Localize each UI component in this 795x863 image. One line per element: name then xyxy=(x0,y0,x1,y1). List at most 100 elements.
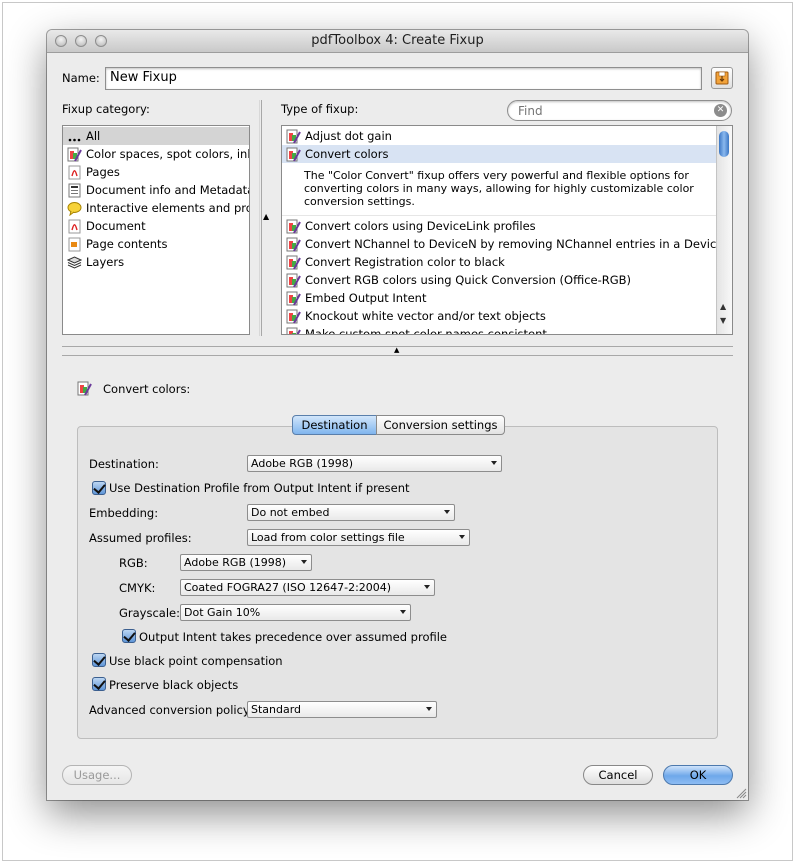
detail-heading: Convert colors: xyxy=(103,382,191,396)
category-item-layers[interactable]: Layers xyxy=(63,253,249,271)
color-fixup-icon xyxy=(67,147,82,162)
color-fixup-icon xyxy=(286,129,301,144)
embedding-value: Do not embed xyxy=(251,506,330,519)
split-collapse-arrow-icon[interactable]: ▲ xyxy=(263,212,269,221)
ellipsis-icon xyxy=(68,138,81,142)
color-fixup-icon xyxy=(286,147,301,162)
color-fixup-icon xyxy=(286,327,301,334)
chevron-down-icon xyxy=(400,610,406,614)
category-item-color-spaces[interactable]: Color spaces, spot colors, inks xyxy=(63,145,249,163)
color-fixup-icon xyxy=(286,273,301,288)
embedding-select[interactable]: Do not embed xyxy=(247,504,455,521)
destination-select[interactable]: Adobe RGB (1998) xyxy=(247,455,502,472)
usage-button[interactable]: Usage... xyxy=(62,765,132,785)
pdf-page-icon xyxy=(68,165,81,180)
fixup-category-list[interactable]: All Color spaces, spot colors, inks Page… xyxy=(62,125,250,335)
fixup-item-embed-output-intent[interactable]: Embed Output Intent xyxy=(282,289,716,307)
category-item-pages[interactable]: Pages xyxy=(63,163,249,181)
title-bar[interactable]: pdfToolbox 4: Create Fixup xyxy=(47,30,748,53)
cancel-button[interactable]: Cancel xyxy=(583,765,653,785)
fixup-item-adjust-dot-gain[interactable]: Adjust dot gain xyxy=(282,127,716,145)
grayscale-profile-select[interactable]: Dot Gain 10% xyxy=(180,604,411,621)
clear-search-icon[interactable]: ✕ xyxy=(714,104,727,117)
pdf-document-icon xyxy=(68,219,81,234)
use-dest-profile-checkbox[interactable] xyxy=(92,481,106,495)
fixup-category-label: Fixup category: xyxy=(62,102,150,116)
category-item-all[interactable]: All xyxy=(63,127,249,145)
black-point-checkbox[interactable] xyxy=(92,653,106,667)
horizontal-splitter-lower xyxy=(62,355,733,356)
policy-value: Standard xyxy=(251,703,302,716)
layers-icon xyxy=(67,256,82,269)
grayscale-profile-value: Dot Gain 10% xyxy=(184,606,261,619)
speech-bubble-icon xyxy=(67,202,82,216)
scroll-down-arrow-icon[interactable]: ▼ xyxy=(720,316,726,325)
color-fixup-icon xyxy=(77,381,92,396)
find-search-field[interactable]: ✕ xyxy=(507,100,732,121)
rgb-profile-value: Adobe RGB (1998) xyxy=(184,556,287,569)
category-item-page-contents[interactable]: Page contents xyxy=(63,235,249,253)
output-intent-precedence-label: Output Intent takes precedence over assu… xyxy=(139,630,447,644)
fixup-item-knockout-white[interactable]: Knockout white vector and/or text object… xyxy=(282,307,716,325)
assumed-profiles-label: Assumed profiles: xyxy=(89,531,192,545)
grayscale-label: Grayscale: xyxy=(119,606,180,620)
scrollbar-thumb[interactable] xyxy=(719,131,729,157)
ok-button[interactable]: OK xyxy=(663,765,733,785)
category-item-document-info[interactable]: Document info and Metadata xyxy=(63,181,249,199)
fixup-item-quick-rgb[interactable]: Convert RGB colors using Quick Conversio… xyxy=(282,271,716,289)
tab-conversion-settings[interactable]: Conversion settings xyxy=(376,415,505,435)
cmyk-profile-select[interactable]: Coated FOGRA27 (ISO 12647-2:2004) xyxy=(180,579,435,596)
use-dest-profile-label: Use Destination Profile from Output Inte… xyxy=(109,481,410,495)
fixup-item-devicelink[interactable]: Convert colors using DeviceLink profiles xyxy=(282,217,716,235)
fixup-type-list[interactable]: Adjust dot gain Convert colors The "Colo… xyxy=(281,125,733,335)
chevron-down-icon xyxy=(426,707,432,711)
fixup-item-nchannel[interactable]: Convert NChannel to DeviceN by removing … xyxy=(282,235,716,253)
fixup-item-spot-names[interactable]: Make custom spot color names consistent xyxy=(282,325,716,334)
window-title: pdfToolbox 4: Create Fixup xyxy=(311,33,484,48)
fixup-item-registration[interactable]: Convert Registration color to black xyxy=(282,253,716,271)
category-item-interactive[interactable]: Interactive elements and prope xyxy=(63,199,249,217)
preserve-black-checkbox[interactable] xyxy=(92,677,106,691)
output-intent-precedence-checkbox[interactable] xyxy=(122,629,136,643)
find-search-input[interactable] xyxy=(518,103,698,118)
assumed-profiles-select[interactable]: Load from color settings file xyxy=(247,529,470,546)
rgb-label: RGB: xyxy=(119,556,148,570)
black-point-label: Use black point compensation xyxy=(109,654,283,668)
assumed-profiles-value: Load from color settings file xyxy=(251,531,405,544)
cmyk-profile-value: Coated FOGRA27 (ISO 12647-2:2004) xyxy=(184,581,392,594)
resize-grip-icon[interactable] xyxy=(735,787,747,799)
fixup-list-scrollbar[interactable]: ▲ ▼ xyxy=(716,126,732,334)
import-button[interactable] xyxy=(711,67,733,89)
destination-label: Destination: xyxy=(89,457,159,471)
color-fixup-icon xyxy=(286,255,301,270)
color-fixup-icon xyxy=(286,237,301,252)
name-label: Name: xyxy=(62,71,100,85)
rgb-profile-select[interactable]: Adobe RGB (1998) xyxy=(180,554,312,571)
tab-destination[interactable]: Destination xyxy=(292,415,377,435)
fixup-item-convert-colors[interactable]: Convert colors xyxy=(282,145,716,163)
chevron-down-icon xyxy=(459,535,465,539)
fixup-description: The "Color Convert" fixup offers very po… xyxy=(304,169,694,208)
scroll-up-arrow-icon[interactable]: ▲ xyxy=(720,302,726,311)
chevron-down-icon xyxy=(444,510,450,514)
embedding-label: Embedding: xyxy=(89,506,159,520)
name-field[interactable]: New Fixup xyxy=(105,67,702,90)
category-item-document[interactable]: Document xyxy=(63,217,249,235)
cmyk-label: CMYK: xyxy=(119,581,156,595)
split-divider-shadow xyxy=(259,100,260,336)
chevron-down-icon xyxy=(491,461,497,465)
import-icon xyxy=(715,71,729,85)
splitter-handle-icon[interactable]: ▲ xyxy=(394,346,399,354)
split-divider[interactable] xyxy=(261,100,262,336)
create-fixup-dialog: pdfToolbox 4: Create Fixup Name: New Fix… xyxy=(47,30,748,800)
chevron-down-icon xyxy=(424,585,430,589)
color-fixup-icon xyxy=(286,219,301,234)
color-fixup-icon xyxy=(286,309,301,324)
preserve-black-label: Preserve black objects xyxy=(109,678,239,692)
chevron-down-icon xyxy=(301,560,307,564)
page-contents-icon xyxy=(68,237,81,252)
policy-select[interactable]: Standard xyxy=(247,701,437,718)
type-of-fixup-label: Type of fixup: xyxy=(281,102,359,116)
name-field-value: New Fixup xyxy=(110,70,177,85)
policy-label: Advanced conversion policy: xyxy=(89,703,253,717)
